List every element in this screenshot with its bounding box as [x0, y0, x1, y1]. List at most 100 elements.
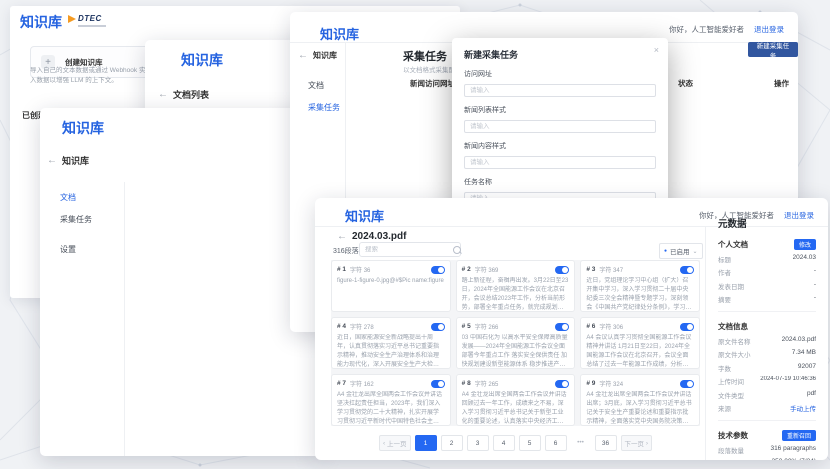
- list-style-field[interactable]: [464, 120, 656, 133]
- meta-key: 标题: [718, 254, 731, 264]
- sidebar-item-settings[interactable]: 设置: [60, 244, 76, 255]
- metadata-title: 元数据: [718, 216, 816, 230]
- sidebar-item-documents[interactable]: 文档: [308, 80, 324, 91]
- segment-toggle[interactable]: [431, 380, 445, 388]
- section-personal-doc: 个人文档: [718, 239, 748, 250]
- page-button-4[interactable]: 4: [493, 435, 515, 451]
- sidebar-item-collection-tasks[interactable]: 采集任务: [308, 102, 340, 113]
- segment-id: # 4: [337, 323, 346, 330]
- page-button-36[interactable]: 36: [595, 435, 617, 451]
- dtec-brand-logo: DTEC: [68, 14, 102, 23]
- meta-value: -: [814, 267, 816, 277]
- meta-value: -: [814, 294, 816, 304]
- window-segments-viewer: 知识库 你好，人工智能爱好者 退出登录 ← 2024.03.pdf 316段落 …: [315, 198, 828, 460]
- close-icon[interactable]: ×: [654, 45, 659, 55]
- back-file-row[interactable]: ← 2024.03.pdf: [337, 231, 406, 242]
- user-row: 你好，人工智能爱好者 退出登录: [669, 24, 784, 35]
- page-button-6[interactable]: 6: [545, 435, 567, 451]
- window-kb-detail: 知识库 ← 知识库 文档 采集任务 设置: [40, 108, 322, 456]
- segment-id: # 1: [337, 266, 346, 273]
- segment-toggle[interactable]: [680, 380, 694, 388]
- content-style-field[interactable]: [464, 156, 656, 169]
- segment-toggle[interactable]: [431, 266, 445, 274]
- back-arrow-icon[interactable]: ←: [47, 155, 57, 166]
- url-field[interactable]: [464, 84, 656, 97]
- segment-text: figure-1-figure-0.jpg@#$Pic name:figure: [337, 277, 445, 286]
- sidebar-item-collection-tasks[interactable]: 采集任务: [60, 214, 92, 225]
- next-page-button[interactable]: 下一页 ›: [621, 435, 652, 451]
- segment-card[interactable]: # 1字符 36 figure-1-figure-0.jpg@#$Pic nam…: [331, 260, 451, 312]
- segment-card[interactable]: # 4字符 278 近日，国家能源安全新战略提出十周年，认真贯彻落实习近平总书记…: [331, 317, 451, 369]
- section-divider: [718, 311, 816, 312]
- sidebar-item-documents[interactable]: 文档: [60, 192, 76, 203]
- back-label: 文档列表: [173, 88, 209, 101]
- segment-card[interactable]: # 3字符 347 近日，党组理论学习中心组（扩大）召开集中学习，深入学习贯彻二…: [580, 260, 700, 312]
- back-arrow-icon[interactable]: ←: [337, 231, 347, 242]
- meta-value: -: [814, 281, 816, 291]
- meta-key: 原文件名称: [718, 336, 751, 346]
- back-doc-list[interactable]: ← 文档列表: [158, 88, 209, 101]
- segment-card[interactable]: # 8字符 265 A4 金壮龙出席全国两会工作会议并讲话 回顾过去一年工作，成…: [456, 374, 576, 426]
- prev-chevron-icon: ‹: [383, 440, 385, 447]
- pagination: ‹ 上一页 1 2 3 4 5 6 ••• 36 下一页 ›: [331, 435, 700, 451]
- back-label: 知识库: [313, 50, 337, 61]
- back-arrow-icon[interactable]: ←: [158, 89, 168, 100]
- meta-value: 250.00% (7/34): [772, 458, 816, 460]
- column-header-url: 新闻访问网址: [410, 78, 455, 89]
- next-chevron-icon: ›: [646, 440, 648, 447]
- back-label: 知识库: [62, 154, 89, 167]
- page-button-3[interactable]: 3: [467, 435, 489, 451]
- status-filter-button[interactable]: ● 已启用 ⌄: [659, 243, 703, 259]
- segment-chars: 字符 278: [350, 322, 374, 331]
- segment-text: 踏上新征程，奋楫再出发。3月22日至23日，2024年全国能源工作会议在北京召开…: [462, 277, 570, 312]
- meta-key: 原文件大小: [718, 349, 751, 359]
- meta-key: 召回次数: [718, 458, 744, 460]
- re-recall-button[interactable]: 重新召回: [782, 430, 816, 441]
- next-label: 下一页: [625, 438, 645, 448]
- segment-card[interactable]: # 6字符 306 A4 会议认真学习贯彻全国能源工作会议精神并讲话 1月21日…: [580, 317, 700, 369]
- page-title: 采集任务: [403, 48, 447, 64]
- segment-id: # 6: [586, 323, 595, 330]
- search-input[interactable]: [365, 246, 453, 253]
- segment-card[interactable]: # 2字符 369 踏上新征程，奋楫再出发。3月22日至23日，2024年全国能…: [456, 260, 576, 312]
- segment-chars: 字符 266: [475, 322, 499, 331]
- segment-chars: 字符 162: [350, 379, 374, 388]
- edit-metadata-button[interactable]: 修改: [794, 239, 816, 250]
- segment-toggle[interactable]: [431, 323, 445, 331]
- meta-key: 作者: [718, 267, 731, 277]
- segment-toggle[interactable]: [555, 380, 569, 388]
- prev-page-button[interactable]: ‹ 上一页: [379, 435, 410, 451]
- search-icon: [453, 246, 461, 254]
- meta-key: 段落数量: [718, 445, 744, 455]
- segment-card[interactable]: # 7字符 162 A4 金壮龙出席全国两会工作会议并讲话 坚决扛起责任担当，2…: [331, 374, 451, 426]
- meta-value: 92007: [798, 363, 816, 373]
- logout-link[interactable]: 退出登录: [754, 24, 784, 35]
- pagination-ellipsis[interactable]: •••: [571, 435, 591, 449]
- search-box: [359, 242, 461, 257]
- back-kb[interactable]: ← 知识库: [47, 154, 89, 167]
- page-button-1[interactable]: 1: [415, 435, 437, 451]
- segment-count: 316段落: [333, 246, 359, 256]
- segment-card[interactable]: # 9字符 324 A4 金壮龙出席全国两会工作会议并讲话 出席；3月底，深入学…: [580, 374, 700, 426]
- segment-toggle[interactable]: [680, 266, 694, 274]
- back-kb[interactable]: ← 知识库: [298, 50, 337, 61]
- modal-title: 新建采集任务: [464, 48, 656, 61]
- segment-chars: 字符 369: [475, 265, 499, 274]
- segment-toggle[interactable]: [680, 323, 694, 331]
- page-button-2[interactable]: 2: [441, 435, 463, 451]
- section-doc-info: 文档信息: [718, 321, 748, 332]
- segment-text: 近日，党组理论学习中心组（扩大）召开集中学习，深入学习贯彻二十届中央纪委三次全会…: [586, 277, 694, 312]
- app-title: 知识库: [181, 50, 223, 70]
- page-button-5[interactable]: 5: [519, 435, 541, 451]
- segment-card[interactable]: # 5字符 266 03 中国石化为 以高水平安全保障高质量发展——2024年全…: [456, 317, 576, 369]
- meta-key: 上传时间: [718, 376, 744, 386]
- segment-toggle[interactable]: [555, 323, 569, 331]
- back-arrow-icon[interactable]: ←: [298, 50, 308, 61]
- kb-description: 导入自己的文本数据或通过 Webhook 实时写入数据以增强 LLM 的上下文。: [30, 66, 160, 87]
- meta-key: 发表日期: [718, 281, 744, 291]
- greeting-text: 你好，人工智能爱好者: [669, 24, 744, 35]
- new-task-button[interactable]: 新建采集任务: [748, 42, 798, 57]
- segment-toggle[interactable]: [555, 266, 569, 274]
- segment-chars: 字符 306: [599, 322, 623, 331]
- meta-value: 2024.03: [793, 254, 817, 264]
